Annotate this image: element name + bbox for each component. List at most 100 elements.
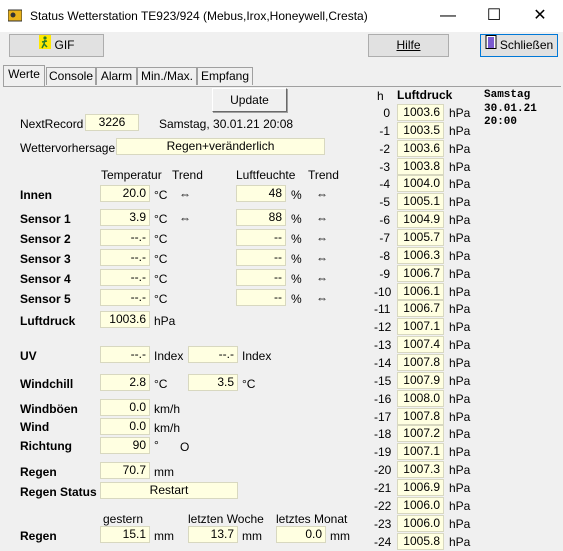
history-hour: -15 [374,374,392,388]
trend-icon: ⇔ [316,271,328,285]
gif-label: GIF [54,38,75,52]
history-unit: hPa [449,374,471,388]
history-unit: hPa [449,499,471,513]
direction-unit: ° [154,438,159,452]
history-pressure-value: 1004.9 [397,211,444,228]
history-unit: hPa [449,427,471,441]
history-hour: -4 [379,177,390,191]
help-button[interactable]: Hilfe [368,34,449,57]
history-hour: -19 [374,445,392,459]
rain-week-header: letzten Woche [188,512,264,526]
forecast-value: Regen+veränderlich [116,138,325,155]
rain-unit: mm [154,465,174,479]
rain-week-unit: mm [242,529,262,543]
sensor-hum-value: -- [236,269,286,286]
history-unit: hPa [449,195,471,209]
close-window-button[interactable]: ✕ [517,0,563,32]
sensor-name: Sensor 1 [20,212,71,226]
sensor-temp-value: --.- [100,269,150,286]
history-pressure-value: 1005.8 [397,533,444,550]
pressure-label: Luftdruck [20,314,76,328]
rain-status-value: Restart [100,482,238,499]
sensor-temp-unit: °C [154,252,168,266]
trend-icon: ⇔ [316,251,328,265]
sensor-temp-unit: °C [154,232,168,246]
history-hour: -8 [379,249,390,263]
close-button[interactable]: Schließen [480,34,558,57]
sensor-temp-value: 3.9 [100,209,150,226]
sensor-temp-value: --.- [100,289,150,306]
next-record-datetime: Samstag, 30.01.21 20:08 [159,117,294,131]
history-date: 30.01.21 [484,103,537,115]
run-icon [38,35,51,56]
trend-icon: ⇔ [179,211,191,225]
history-hour: 0 [383,106,390,120]
uv-value: --.- [100,346,150,363]
wind-value: 0.0 [100,418,150,435]
sensor-temp-unit: °C [154,188,168,202]
history-title: Luftdruck [397,88,453,102]
rain-status-label: Regen Status [20,485,97,499]
history-pressure-value: 1003.8 [397,158,444,175]
trend-icon: ⇔ [316,231,328,245]
windchill-unit-2: °C [242,377,256,391]
tab-werte[interactable]: Werte [3,65,45,86]
history-hour: -3 [379,160,390,174]
sensor-name: Innen [20,188,52,202]
app-icon [7,9,23,22]
history-unit: hPa [449,160,471,174]
history-pressure-value: 1006.9 [397,479,444,496]
update-button[interactable]: Update [212,88,287,112]
header-humidity: Luftfeuchte [236,168,296,182]
history-unit: hPa [449,213,471,227]
history-unit: hPa [449,124,471,138]
pressure-unit: hPa [154,314,176,328]
sensor-hum-unit: % [291,188,302,202]
direction-value: 90 [100,437,150,454]
history-hour: -18 [374,427,392,441]
history-pressure-value: 1006.0 [397,497,444,514]
history-hour: -10 [374,285,392,299]
history-pressure-value: 1005.1 [397,193,444,210]
gusts-unit: km/h [154,402,181,416]
history-unit: hPa [449,445,471,459]
history-hour: -21 [374,481,392,495]
sensor-hum-unit: % [291,252,302,266]
sensor-temp-unit: °C [154,292,168,306]
history-pressure-value: 1008.0 [397,390,444,407]
history-hour: -24 [374,535,392,549]
tab-console[interactable]: Console [46,67,96,85]
tab-alarm[interactable]: Alarm [96,67,137,85]
history-pressure-value: 1007.1 [397,443,444,460]
sensor-hum-value: 88 [236,209,286,226]
tab-empfang[interactable]: Empfang [197,67,253,85]
history-unit: hPa [449,231,471,245]
tab-minmax[interactable]: Min./Max. [137,67,197,85]
direction-label: Richtung [20,439,72,453]
history-pressure-value: 1006.1 [397,283,444,300]
history-pressure-value: 1004.0 [397,175,444,192]
history-h-header: h [377,89,384,103]
sensor-temp-value: --.- [100,229,150,246]
history-unit: hPa [449,177,471,191]
trend-icon: ⇔ [179,187,191,201]
direction-compass: O [180,440,190,454]
gusts-label: Windböen [20,402,78,416]
history-pressure-value: 1007.4 [397,336,444,353]
history-unit: hPa [449,392,471,406]
history-pressure-value: 1007.8 [397,408,444,425]
uv-unit-2: Index [242,349,272,363]
sensor-name: Sensor 4 [20,272,71,286]
gif-button[interactable]: GIF [9,34,104,57]
history-unit: hPa [449,535,471,549]
minimize-button[interactable]: — [425,0,471,32]
maximize-button[interactable]: ☐ [471,0,517,32]
history-unit: hPa [449,302,471,316]
history-hour: -7 [379,231,390,245]
history-unit: hPa [449,463,471,477]
windchill-value: 2.8 [100,374,150,391]
history-unit: hPa [449,481,471,495]
wind-unit: km/h [154,421,181,435]
uv-value-2: --.- [188,346,238,363]
history-hour: -17 [374,410,392,424]
